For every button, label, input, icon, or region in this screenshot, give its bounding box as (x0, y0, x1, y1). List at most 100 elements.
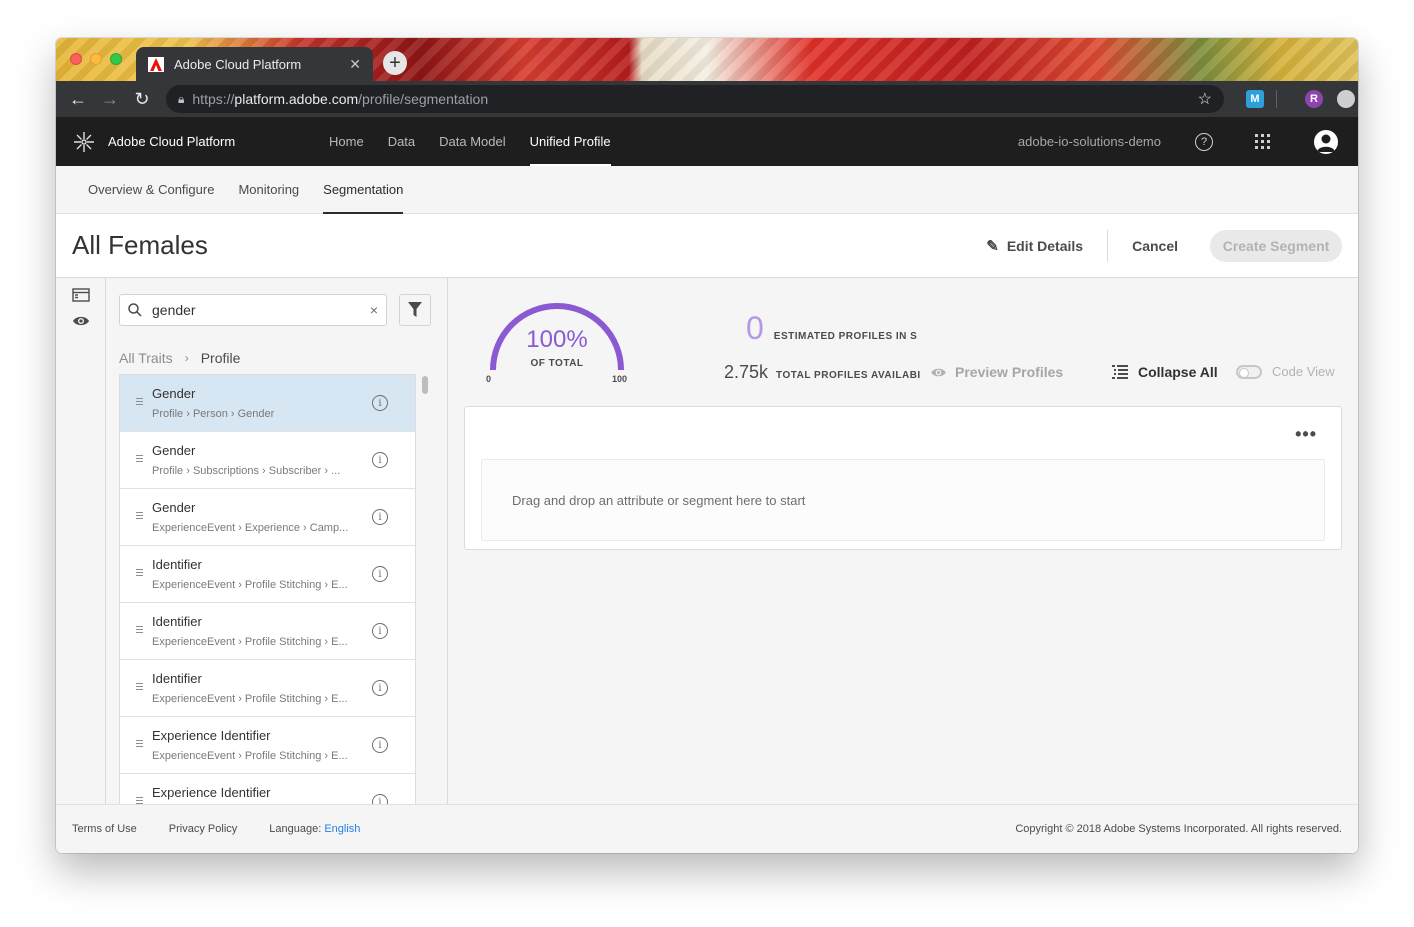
edit-details-label: Edit Details (1006, 237, 1084, 254)
info-icon[interactable]: i (372, 794, 388, 804)
list-item[interactable]: Identifier ExperienceEvent › Profile Sti… (120, 546, 415, 603)
nav-data[interactable]: Data (376, 117, 427, 166)
drag-handle-icon[interactable] (136, 740, 143, 749)
nav-data-model[interactable]: Data Model (427, 117, 517, 166)
filter-icon (408, 302, 422, 317)
list-item[interactable]: Identifier ExperienceEvent › Profile Sti… (120, 660, 415, 717)
terms-link[interactable]: Terms of Use (72, 823, 137, 835)
code-view-toggle[interactable]: Code View (1236, 364, 1335, 379)
estimated-count: 0 (746, 310, 764, 346)
maximize-window-button[interactable] (110, 53, 122, 65)
help-icon[interactable]: ? (1195, 132, 1213, 151)
reload-icon[interactable]: ↻ (126, 89, 158, 110)
panel-toggle-icon[interactable] (72, 288, 90, 307)
trait-path: ExperienceEvent › Profile Stitching › E.… (152, 693, 348, 705)
address-bar[interactable]: 🔒︎ https:// platform.adobe.com /profile/… (166, 85, 1224, 113)
trait-path: ExperienceEvent › Experience › Camp... (152, 522, 349, 534)
tab-segmentation[interactable]: Segmentation (311, 166, 415, 214)
drag-handle-icon[interactable] (136, 797, 143, 804)
browser-window: Adobe Cloud Platform ✕ + ← → ↻ 🔒︎ https:… (56, 38, 1358, 853)
app-switcher-grid-icon[interactable] (1255, 134, 1270, 149)
gauge-max: 100 (612, 374, 628, 384)
drag-handle-icon[interactable] (136, 398, 143, 407)
total-profiles: 2.75k TOTAL PROFILES AVAILABI (724, 362, 921, 383)
toggle-switch[interactable] (1236, 364, 1262, 379)
privacy-link[interactable]: Privacy Policy (169, 823, 237, 835)
eye-icon (931, 368, 946, 376)
filter-button[interactable] (399, 294, 431, 326)
collapse-all-button[interactable]: Collapse All (1112, 364, 1218, 380)
app-brand[interactable]: Adobe Cloud Platform (108, 134, 308, 149)
bookmark-star-icon[interactable]: ☆ (1198, 89, 1212, 109)
breadcrumb: All Traits › Profile (119, 350, 240, 366)
search-icon (128, 303, 142, 317)
info-icon[interactable]: i (372, 395, 388, 411)
drag-handle-icon[interactable] (136, 569, 143, 578)
profile-avatar-icon[interactable]: R (1305, 90, 1323, 108)
eye-icon[interactable] (72, 314, 90, 332)
list-item[interactable]: Identifier ExperienceEvent › Profile Sti… (120, 603, 415, 660)
user-avatar-icon[interactable] (1314, 129, 1338, 154)
url-scheme: https:// (192, 91, 235, 107)
page-title: All Females (72, 230, 208, 260)
list-item[interactable]: Gender Profile › Person › Gender i (120, 375, 415, 432)
drop-zone[interactable]: Drag and drop an attribute or segment he… (481, 459, 1325, 541)
preview-profiles-button[interactable]: Preview Profiles (930, 364, 1063, 380)
new-tab-button[interactable]: + (383, 51, 407, 75)
info-icon[interactable]: i (372, 623, 388, 639)
language-label: Language: (269, 823, 322, 835)
info-icon[interactable]: i (372, 452, 388, 468)
edit-details-button[interactable]: ✎ Edit Details (986, 237, 1083, 255)
back-arrow-icon[interactable]: ← (62, 89, 94, 110)
cancel-button[interactable]: Cancel (1132, 238, 1178, 254)
forward-arrow-icon[interactable]: → (94, 89, 126, 110)
trait-path: Profile › Person › Gender (152, 408, 275, 420)
more-options-icon[interactable]: ••• (1295, 425, 1317, 443)
url-host: platform.adobe.com (234, 91, 359, 107)
title-divider (1107, 229, 1109, 262)
info-icon[interactable]: i (372, 680, 388, 696)
list-item[interactable]: Experience Identifier ExperienceEvent › … (120, 717, 415, 774)
extension-m-icon[interactable]: M (1246, 90, 1264, 108)
trait-path: Profile › Subscriptions › Subscriber › .… (152, 465, 341, 477)
trait-name: Identifier (152, 671, 202, 686)
list-item[interactable]: Gender Profile › Subscriptions › Subscri… (120, 432, 415, 489)
extension-circle-icon[interactable] (1337, 90, 1355, 108)
drag-handle-icon[interactable] (136, 512, 143, 521)
close-window-button[interactable] (70, 53, 82, 65)
segment-builder: × All Traits › Profile Gender Profile › … (56, 278, 1358, 804)
audience-gauge: 100% OF TOTAL 0 100 (482, 296, 632, 391)
trait-name: Experience Identifier (152, 785, 271, 800)
info-icon[interactable]: i (372, 509, 388, 525)
list-item[interactable]: Experience Identifier i (120, 774, 415, 804)
drag-handle-icon[interactable] (136, 626, 143, 635)
browser-tab[interactable]: Adobe Cloud Platform ✕ (136, 47, 373, 81)
tab-monitoring[interactable]: Monitoring (226, 166, 311, 213)
tab-strip: Adobe Cloud Platform ✕ + (56, 38, 1358, 81)
breadcrumb-all-traits[interactable]: All Traits (119, 350, 173, 366)
estimated-profiles: 0 ESTIMATED PROFILES IN S (746, 310, 917, 347)
list-scrollbar[interactable] (422, 376, 428, 394)
info-icon[interactable]: i (372, 566, 388, 582)
collapse-all-label: Collapse All (1138, 364, 1218, 380)
info-icon[interactable]: i (372, 737, 388, 753)
nav-home[interactable]: Home (317, 117, 376, 166)
create-segment-button[interactable]: Create Segment (1210, 229, 1342, 262)
language-link[interactable]: English (324, 823, 360, 835)
trait-path: ExperienceEvent › Profile Stitching › E.… (152, 636, 348, 648)
app-header: Adobe Cloud Platform Home Data Data Mode… (56, 117, 1358, 166)
tab-overview-configure[interactable]: Overview & Configure (76, 166, 226, 213)
drag-handle-icon[interactable] (136, 683, 143, 692)
adobe-cloud-platform-logo-icon[interactable] (72, 130, 96, 154)
minimize-window-button[interactable] (90, 53, 102, 65)
org-switcher[interactable]: adobe-io-solutions-demo (1018, 134, 1161, 149)
clear-search-icon[interactable]: × (370, 302, 378, 318)
drag-handle-icon[interactable] (136, 455, 143, 464)
close-tab-icon[interactable]: ✕ (349, 56, 361, 73)
trait-path: ExperienceEvent › Profile Stitching › E.… (152, 579, 348, 591)
search-input[interactable] (152, 302, 370, 318)
list-item[interactable]: Gender ExperienceEvent › Experience › Ca… (120, 489, 415, 546)
url-path: /profile/segmentation (358, 91, 489, 107)
gauge-label: OF TOTAL (530, 358, 584, 369)
nav-unified-profile[interactable]: Unified Profile (518, 117, 623, 166)
